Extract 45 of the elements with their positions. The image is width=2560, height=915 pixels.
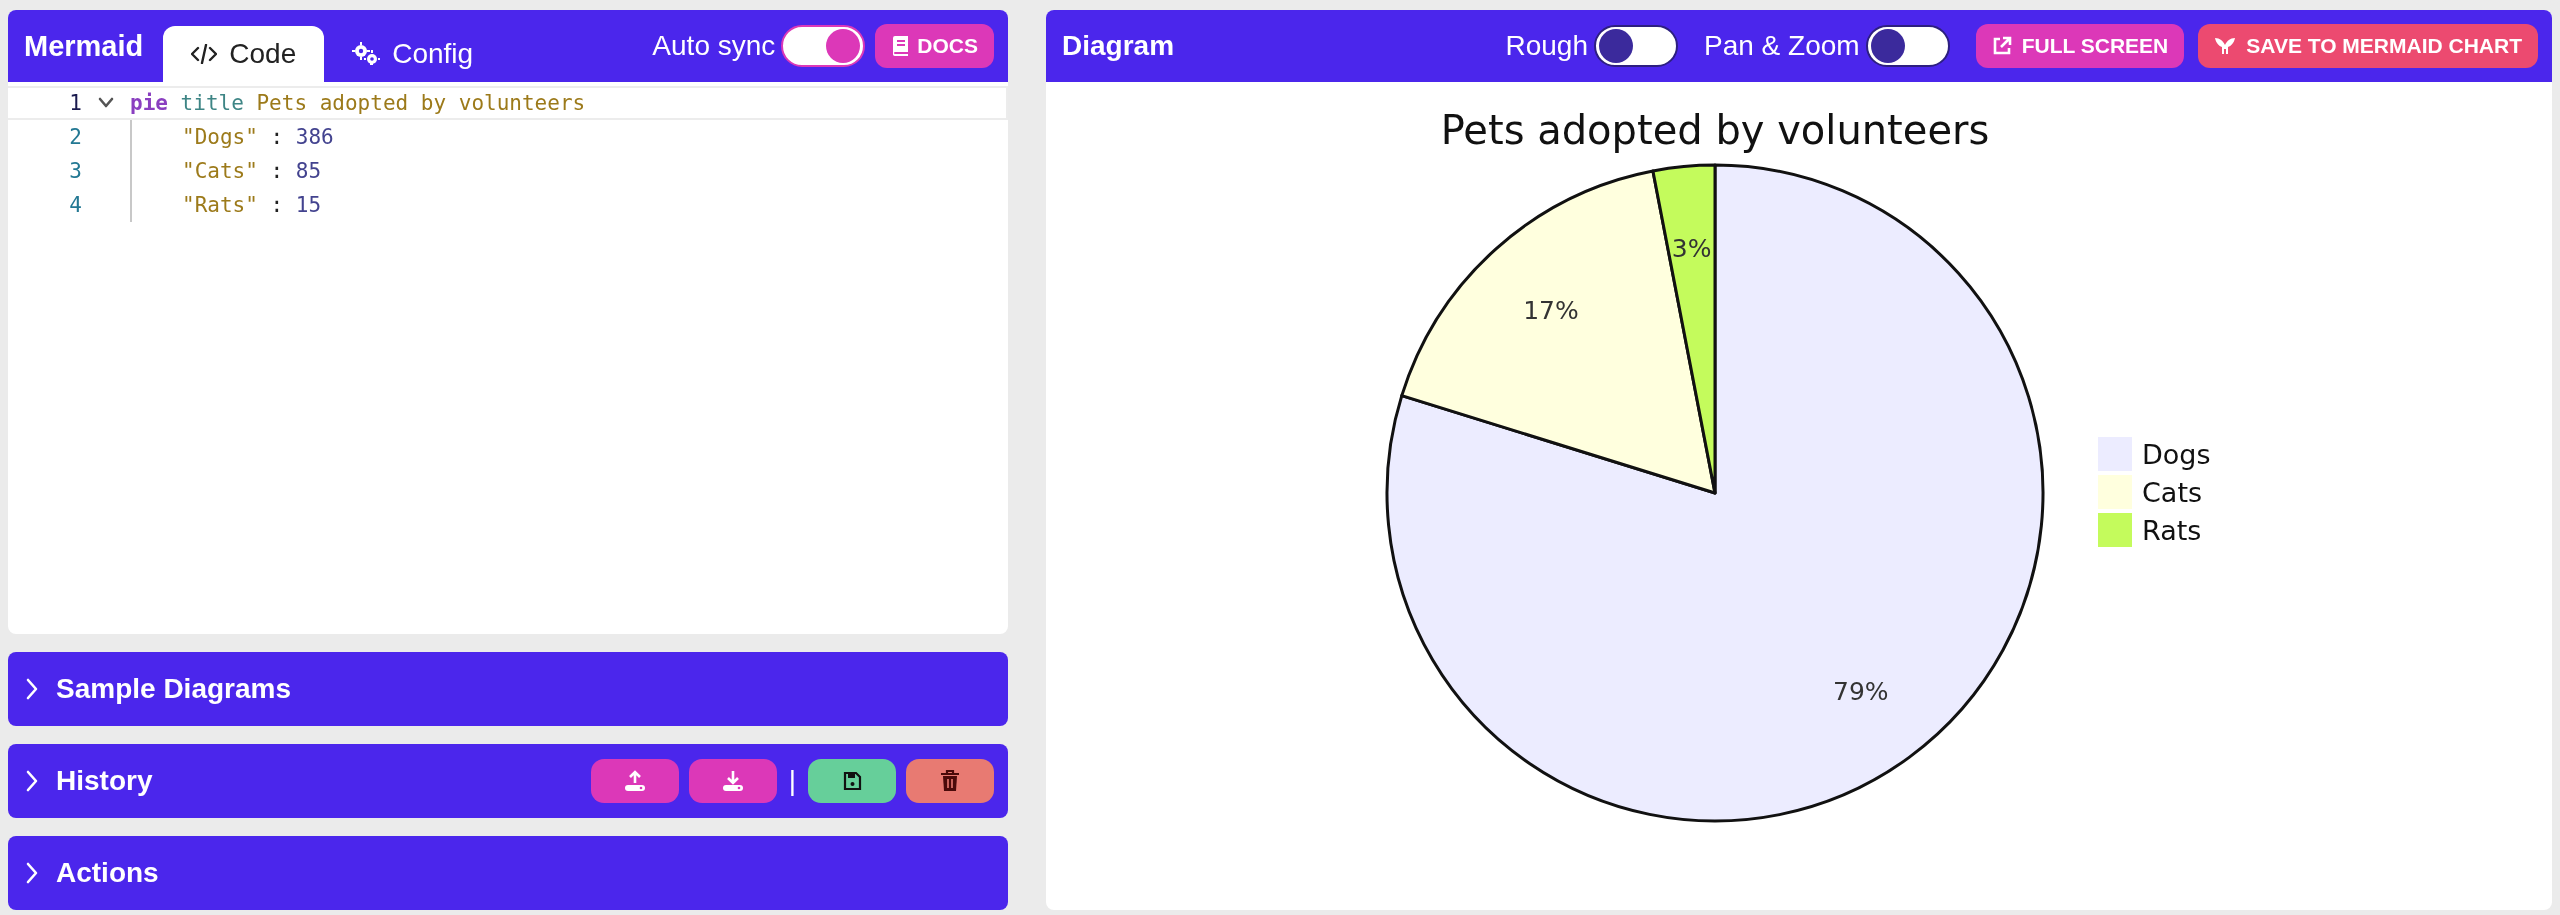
line-number: 1 bbox=[68, 91, 82, 115]
code-line: "Cats" : 85 bbox=[181, 159, 322, 183]
toggle-switch[interactable] bbox=[781, 25, 866, 67]
delete-button[interactable] bbox=[906, 759, 994, 804]
gears-icon bbox=[352, 42, 381, 66]
toggle-label: Auto sync bbox=[652, 30, 776, 62]
external-link-icon bbox=[1991, 36, 2012, 56]
toggle-switch[interactable] bbox=[1865, 25, 1950, 67]
line-number: 2 bbox=[68, 125, 82, 149]
legend-label: Cats bbox=[2142, 477, 2203, 508]
code-icon bbox=[191, 44, 218, 64]
book-icon bbox=[891, 36, 910, 56]
download-icon bbox=[720, 770, 745, 793]
code-line: "Rats" : 15 bbox=[181, 193, 322, 217]
section-header[interactable]: History bbox=[24, 765, 153, 798]
save-to-chart-button[interactable]: SAVE TO MERMAID CHART bbox=[2198, 24, 2538, 68]
section-header[interactable]: Actions bbox=[24, 857, 159, 890]
app-name: Mermaid bbox=[24, 29, 144, 63]
save-icon bbox=[842, 771, 862, 792]
line-number: 3 bbox=[68, 159, 82, 183]
code-line: pie title Pets adopted by volunteers bbox=[130, 91, 586, 115]
separator: | bbox=[788, 765, 796, 798]
line-number: 4 bbox=[68, 193, 82, 217]
save-button[interactable] bbox=[808, 759, 896, 804]
upload-icon bbox=[622, 770, 647, 793]
docs-button[interactable]: DOCS bbox=[875, 24, 994, 68]
slice-label: 17% bbox=[1523, 295, 1579, 325]
tab[interactable]: Config bbox=[324, 26, 502, 82]
toggle-switch[interactable] bbox=[1594, 25, 1678, 67]
section-header[interactable]: Sample Diagrams bbox=[24, 673, 291, 706]
slice-label: 79% bbox=[1833, 677, 1889, 707]
trash-icon bbox=[940, 770, 960, 793]
download-button[interactable] bbox=[688, 759, 777, 804]
toggle-label: Rough bbox=[1505, 30, 1588, 62]
slice-label: 3% bbox=[1671, 234, 1712, 264]
legend-label: Rats bbox=[2142, 515, 2202, 546]
full-screen-button[interactable]: FULL SCREEN bbox=[1975, 24, 2185, 68]
tab[interactable]: Code bbox=[163, 26, 325, 82]
legend-label: Dogs bbox=[2142, 439, 2211, 470]
panel-title: Diagram bbox=[1062, 30, 1175, 62]
code-line: "Dogs" : 386 bbox=[181, 125, 334, 149]
chart-title: Pets adopted by volunteers bbox=[1440, 107, 1990, 153]
upload-button[interactable] bbox=[590, 759, 679, 804]
toggle-label: Pan & Zoom bbox=[1704, 30, 1860, 62]
logo-icon bbox=[2214, 36, 2237, 56]
